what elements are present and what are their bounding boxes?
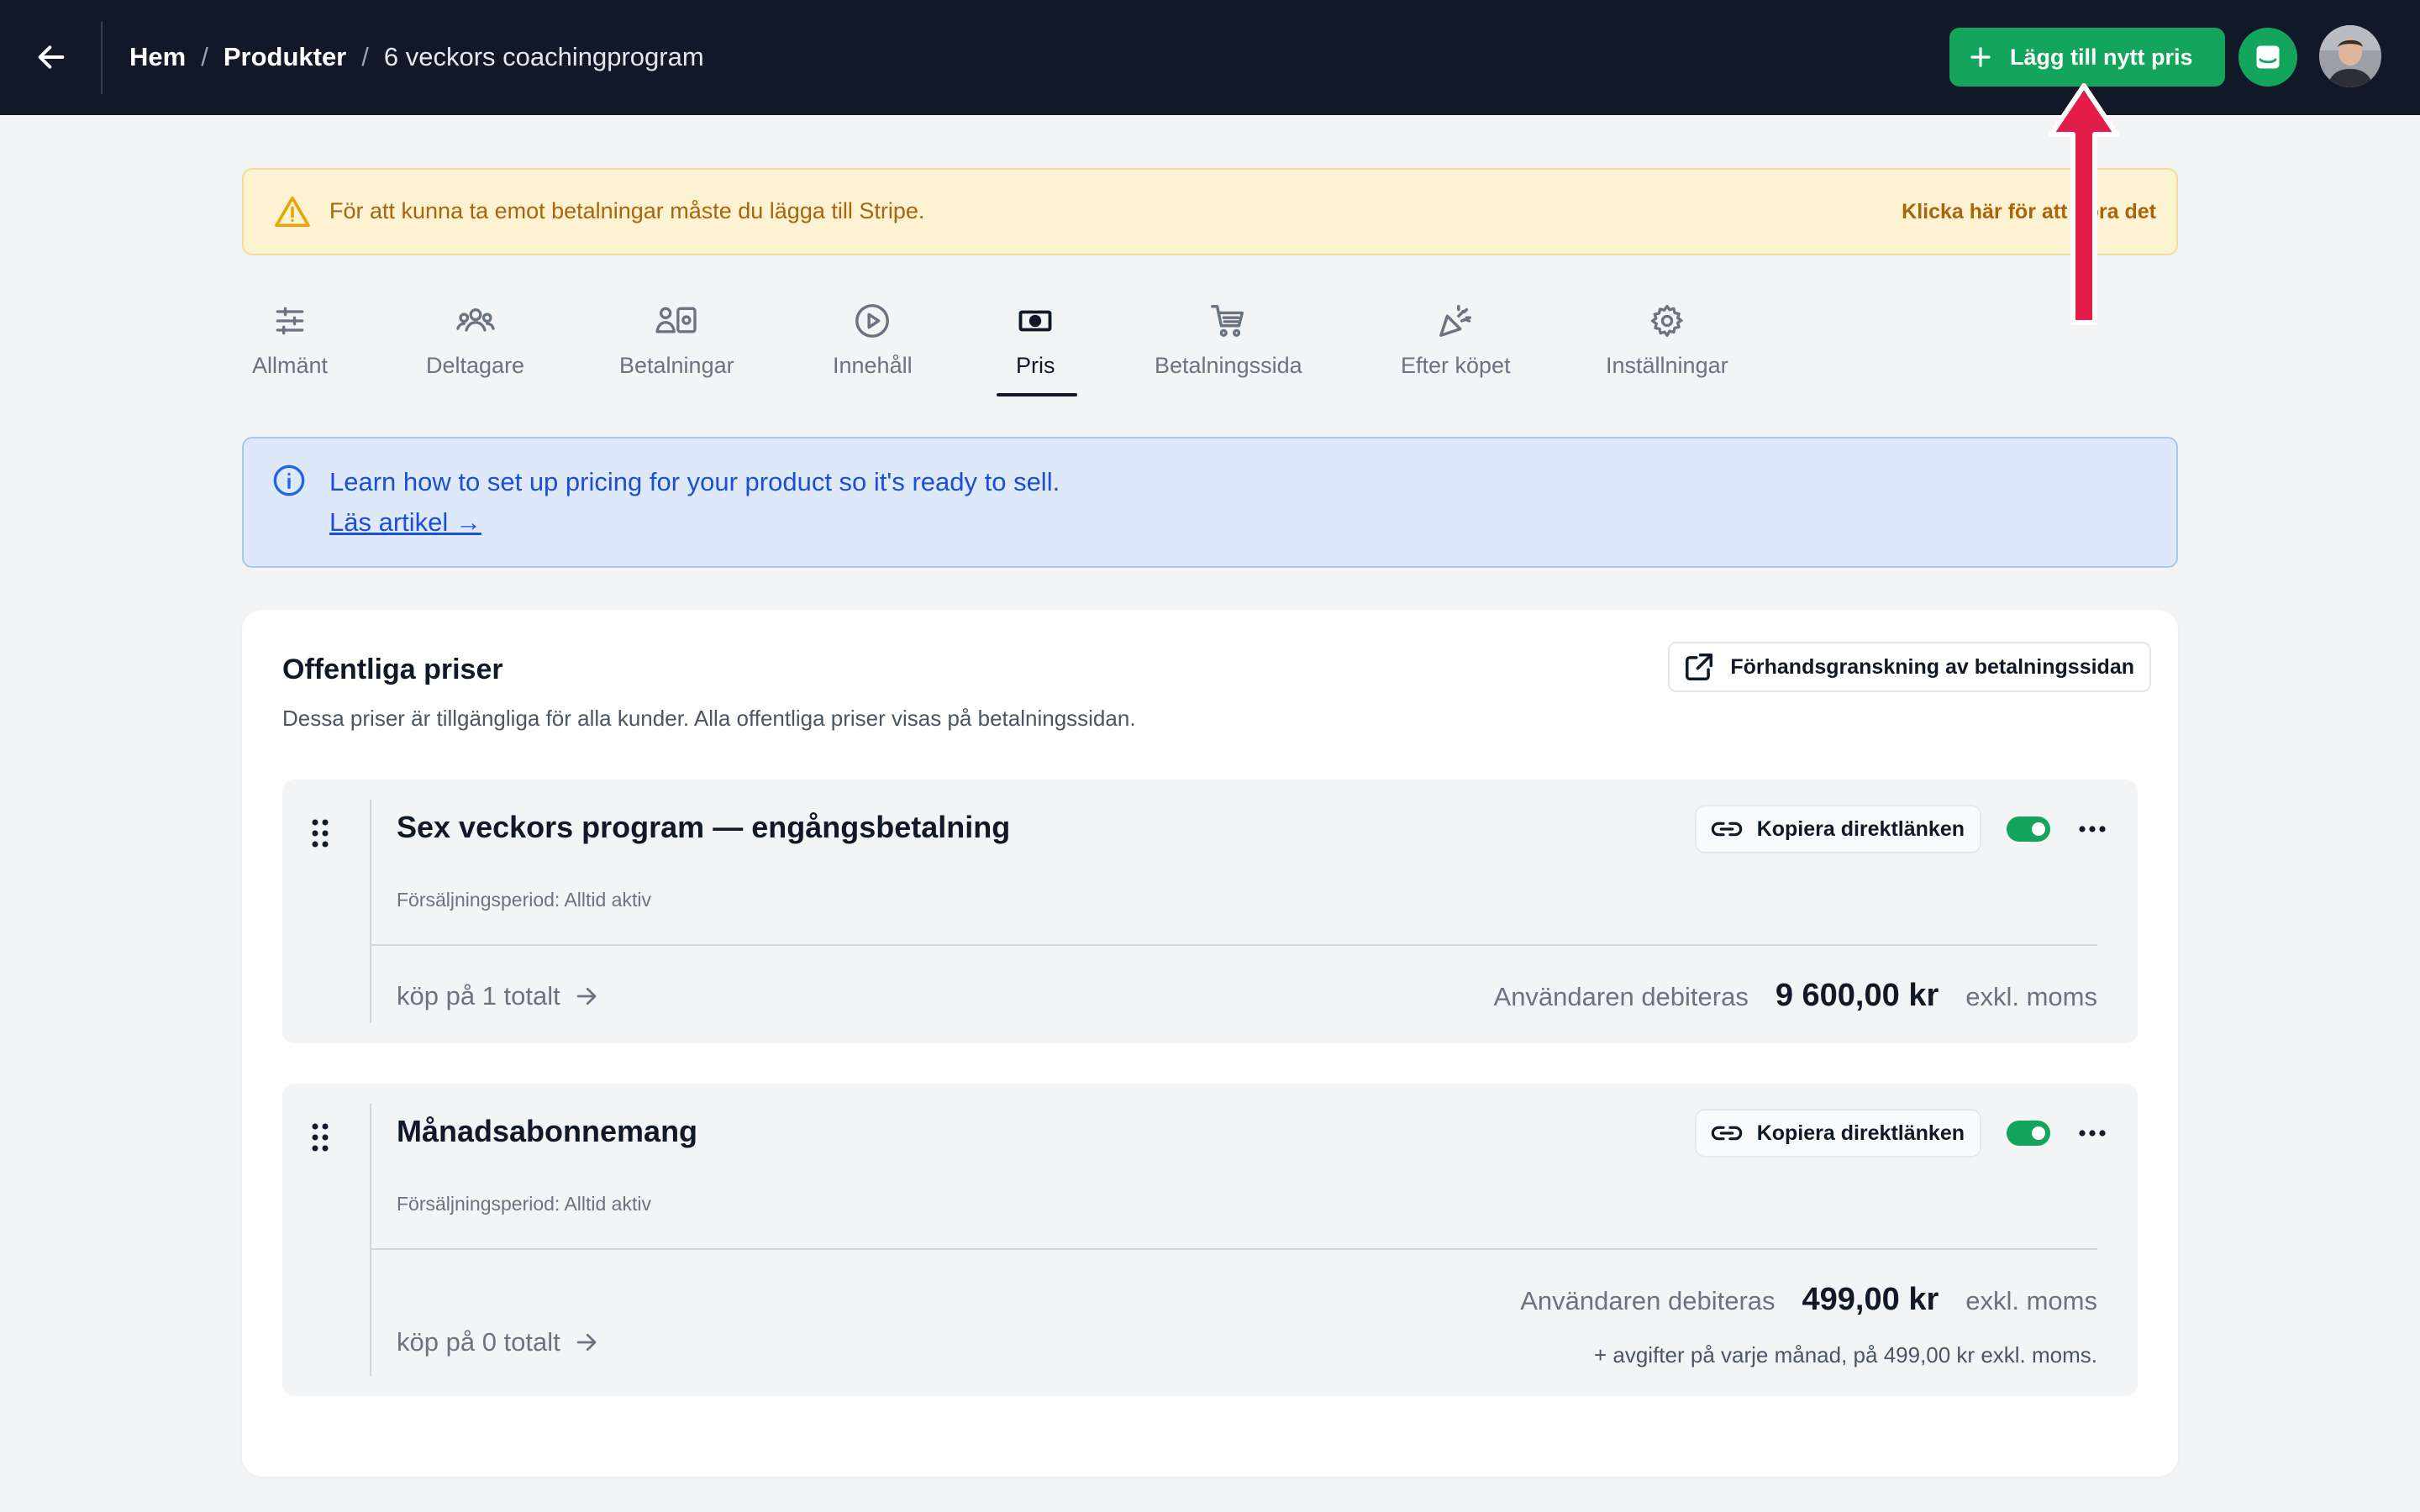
tab-label: Pris — [1016, 353, 1055, 378]
tab-efter-kopet[interactable]: Efter köpet — [1401, 297, 1511, 379]
info-text: Learn how to set up pricing for your pro… — [329, 467, 1060, 496]
price-amount: 499,00 kr — [1802, 1282, 1939, 1317]
tab-label: Betalningssida — [1155, 353, 1302, 378]
toggle-knob — [2032, 822, 2045, 836]
drag-handle-icon[interactable] — [308, 816, 333, 850]
price-item: Månadsabonnemang Försäljningsperiod: All… — [282, 1084, 2138, 1396]
sliders-icon — [271, 297, 308, 344]
tab-innehall[interactable]: Innehåll — [833, 297, 913, 379]
recurring-fee-note: + avgifter på varje månad, på 499,00 kr … — [1593, 1342, 2097, 1368]
price-charge: Användaren debiteras 499,00 kr exkl. mom… — [1520, 1282, 2097, 1318]
active-tab-indicator — [997, 393, 1077, 396]
copy-direct-link-label: Kopiera direktlänken — [1756, 816, 1965, 841]
preview-checkout-button[interactable]: Förhandsgranskning av betalningssidan — [1668, 642, 2151, 692]
drag-handle-icon[interactable] — [308, 1121, 333, 1154]
sales-period: Försäljningsperiod: Alltid aktiv — [397, 1193, 651, 1215]
price-active-toggle[interactable] — [2007, 1121, 2050, 1146]
chat-button[interactable] — [2238, 28, 2297, 87]
banknote-icon — [1018, 297, 1053, 344]
toggle-knob — [2032, 1126, 2045, 1140]
divider — [101, 22, 103, 94]
copy-direct-link-button[interactable]: Kopiera direktlänken — [1694, 805, 1981, 853]
card-description: Dessa priser är tillgängliga för alla ku… — [282, 706, 1136, 731]
divider — [370, 1104, 371, 1376]
sales-count-link[interactable]: köp på 0 totalt — [397, 1327, 601, 1357]
divider — [370, 1248, 2097, 1250]
price-active-toggle[interactable] — [2007, 816, 2050, 842]
sales-count: köp på 1 totalt — [397, 981, 560, 1011]
tab-label: Deltagare — [426, 353, 525, 378]
sales-count-link[interactable]: köp på 1 totalt — [397, 981, 601, 1011]
price-item: Sex veckors program — engångsbetalning F… — [282, 780, 2138, 1043]
arrow-right-icon — [572, 1330, 601, 1355]
users-icon — [455, 297, 496, 344]
tab-betalningar[interactable]: Betalningar — [619, 297, 734, 379]
tab-label: Allmänt — [252, 353, 329, 378]
tab-pris[interactable]: Pris — [1016, 297, 1055, 379]
gear-icon — [1649, 297, 1686, 344]
party-icon — [1436, 297, 1475, 344]
tab-label: Inställningar — [1606, 353, 1728, 378]
back-arrow-icon[interactable] — [30, 34, 72, 81]
more-options-icon[interactable] — [2077, 1118, 2107, 1148]
public-prices-card: Offentliga priser Dessa priser är tillgä… — [242, 610, 2178, 1477]
tax-label: exkl. moms — [1965, 1286, 2097, 1315]
read-article-link[interactable]: Läs artikel → — [329, 507, 481, 538]
price-amount: 9 600,00 kr — [1775, 978, 1939, 1013]
copy-direct-link-label: Kopiera direktlänken — [1756, 1121, 1965, 1145]
stripe-warning-banner: För att kunna ta emot betalningar måste … — [242, 168, 2178, 255]
breadcrumb-products[interactable]: Produkter — [224, 42, 346, 72]
sales-period: Försäljningsperiod: Alltid aktiv — [397, 889, 651, 911]
breadcrumb-separator: / — [201, 42, 208, 71]
tab-allmant[interactable]: Allmänt — [252, 297, 328, 379]
divider — [370, 800, 371, 1023]
tab-label: Efter köpet — [1401, 353, 1511, 378]
tab-label: Betalningar — [619, 353, 734, 378]
breadcrumb-current: 6 veckors coachingprogram — [383, 42, 704, 71]
add-new-price-label: Lägg till nytt pris — [2010, 44, 2193, 70]
pricing-info-banner: Learn how to set up pricing for your pro… — [242, 437, 2178, 568]
price-charge: Användaren debiteras 9 600,00 kr exkl. m… — [1494, 978, 2097, 1014]
copy-direct-link-button[interactable]: Kopiera direktlänken — [1694, 1109, 1981, 1158]
avatar[interactable] — [2319, 25, 2381, 87]
payments-icon — [655, 297, 698, 344]
add-new-price-button[interactable]: Lägg till nytt pris — [1949, 28, 2225, 87]
card-title: Offentliga priser — [282, 654, 503, 685]
plus-icon — [1968, 45, 1993, 70]
tab-deltagare[interactable]: Deltagare — [426, 297, 524, 379]
cart-icon — [1209, 297, 1248, 344]
breadcrumb-separator: / — [361, 42, 369, 71]
divider — [370, 944, 2097, 946]
arrow-right-icon — [572, 984, 601, 1009]
tab-installningar[interactable]: Inställningar — [1606, 297, 1728, 379]
warning-text: För att kunna ta emot betalningar måste … — [329, 198, 925, 223]
link-icon — [1710, 1123, 1744, 1143]
external-link-icon — [1683, 651, 1715, 683]
breadcrumb-home[interactable]: Hem — [129, 42, 186, 72]
link-icon — [1710, 819, 1744, 839]
annotation-arrow-icon — [2049, 83, 2119, 325]
charge-label: Användaren debiteras — [1493, 982, 1749, 1011]
price-name: Sex veckors program — engångsbetalning — [397, 810, 1011, 844]
play-icon — [853, 297, 892, 344]
charge-label: Användaren debiteras — [1520, 1286, 1776, 1315]
inbox-icon — [2256, 45, 2280, 69]
breadcrumb: Hem / Produkter / 6 veckors coachingprog… — [129, 37, 704, 77]
tab-betalningssida[interactable]: Betalningssida — [1155, 297, 1302, 379]
tax-label: exkl. moms — [1965, 982, 2097, 1011]
sales-count: köp på 0 totalt — [397, 1327, 560, 1357]
price-name: Månadsabonnemang — [397, 1114, 698, 1148]
tab-label: Innehåll — [833, 353, 913, 378]
info-icon — [272, 464, 306, 501]
preview-checkout-label: Förhandsgranskning av betalningssidan — [1730, 654, 2134, 679]
warning-icon — [274, 195, 311, 233]
more-options-icon[interactable] — [2077, 814, 2107, 844]
